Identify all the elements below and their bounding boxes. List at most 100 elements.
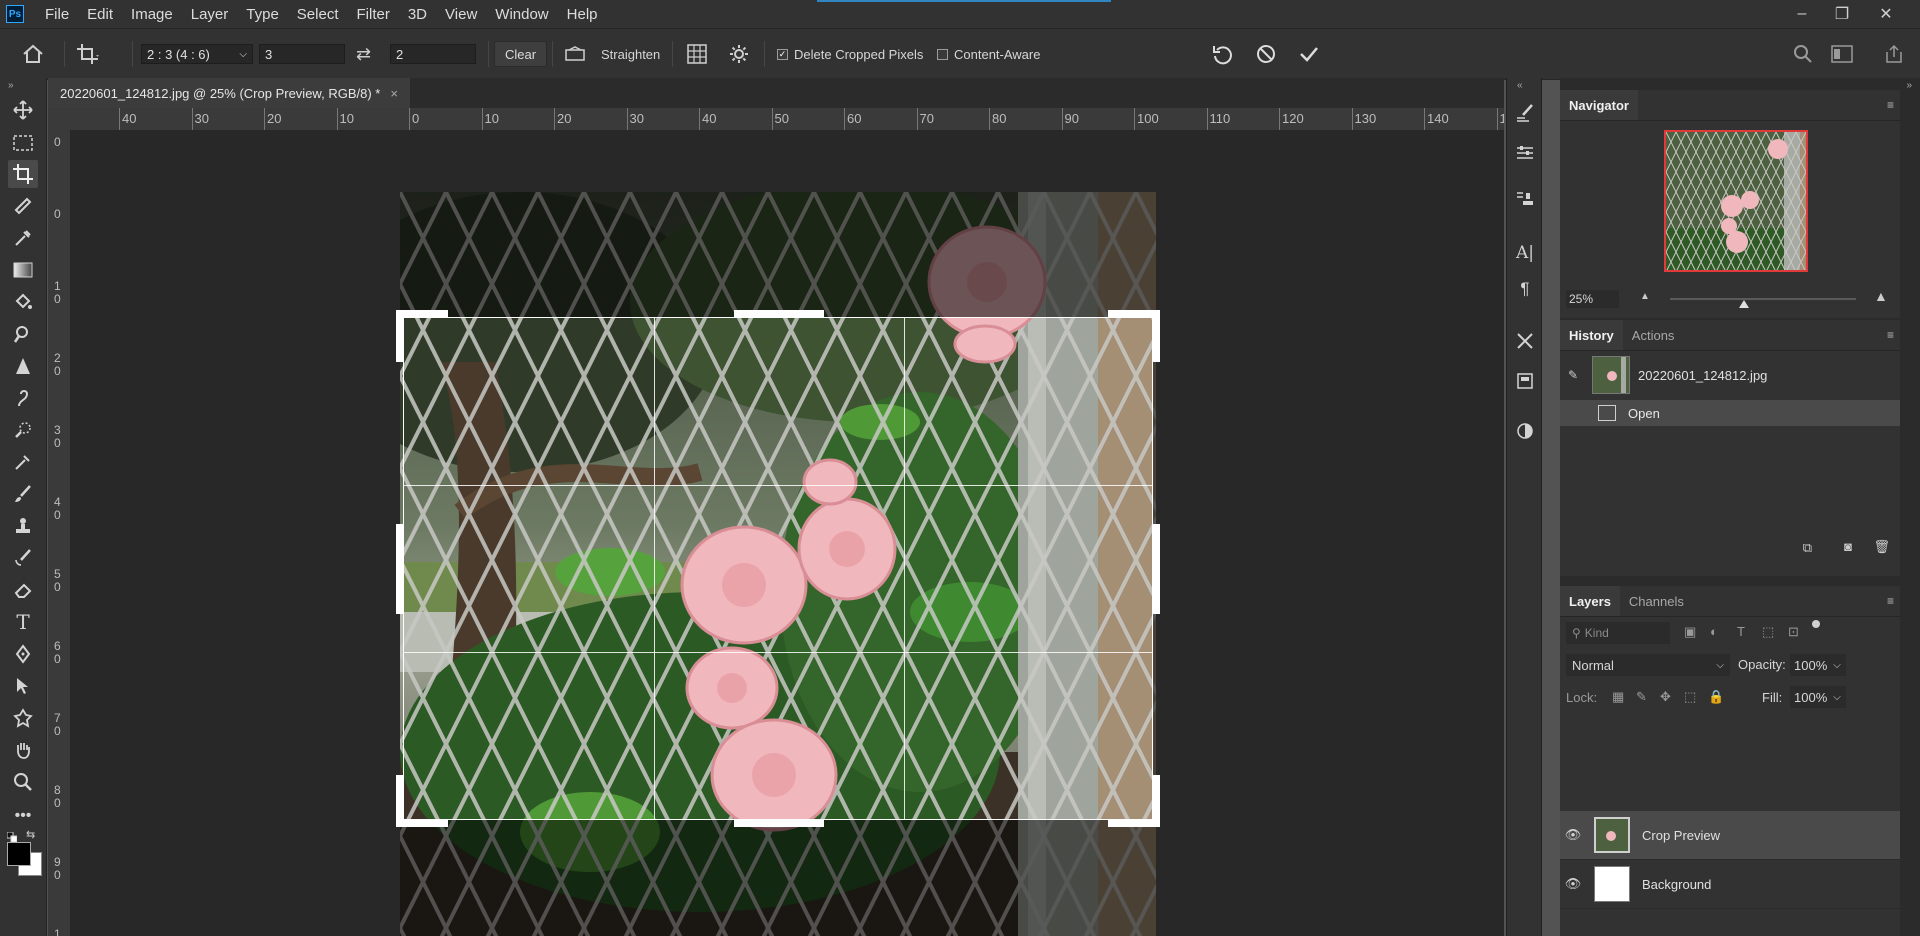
crop-handle-bottom[interactable]: [734, 820, 824, 827]
close-window-button[interactable]: ✕: [1866, 0, 1906, 28]
more-tools-icon[interactable]: •••: [8, 802, 38, 830]
custom-shape-tool-icon[interactable]: [8, 704, 38, 732]
delete-cropped-pixels-option[interactable]: ✓ Delete Cropped Pixels: [777, 29, 923, 79]
gear-icon[interactable]: [728, 29, 750, 79]
camera-icon[interactable]: ◙: [1844, 539, 1852, 554]
document-tab[interactable]: 20220601_124812.jpg @ 25% (Crop Preview,…: [48, 78, 410, 108]
path-select-tool-icon[interactable]: [8, 672, 38, 700]
character-icon[interactable]: A|: [1514, 242, 1536, 264]
sharpen-tool-icon[interactable]: [8, 352, 38, 380]
zoom-level-input[interactable]: 25%: [1566, 290, 1619, 308]
trash-icon[interactable]: 🗑: [1873, 539, 1890, 555]
marquee-tool-icon[interactable]: [8, 129, 38, 157]
panel-menu-icon[interactable]: ≡: [1887, 594, 1894, 608]
clone-source-icon[interactable]: [1514, 188, 1536, 210]
eraser-tool-icon[interactable]: [8, 576, 38, 604]
filter-smart-object-icon[interactable]: ⊡: [1788, 624, 1799, 640]
brush-tool-icon[interactable]: [8, 480, 38, 508]
workspace-icon[interactable]: [1831, 29, 1853, 79]
minimize-button[interactable]: –: [1782, 0, 1822, 28]
type-tool-icon[interactable]: T: [8, 608, 38, 636]
zoom-out-icon[interactable]: ▲: [1640, 291, 1650, 302]
move-tool-icon[interactable]: [8, 96, 38, 124]
filter-pixel-icon[interactable]: ▣: [1684, 624, 1696, 640]
crop-handle-right[interactable]: [1153, 524, 1160, 614]
collapse-dock-icon[interactable]: »: [1906, 80, 1912, 91]
navigator-thumbnail[interactable]: [1664, 130, 1808, 272]
home-icon[interactable]: [22, 29, 44, 79]
properties-icon[interactable]: [1514, 370, 1536, 392]
hand-tool-icon[interactable]: [8, 736, 38, 764]
filter-type-icon[interactable]: T: [1737, 624, 1745, 639]
new-document-from-state-icon[interactable]: ⧉: [1803, 540, 1812, 556]
crop-box[interactable]: [403, 317, 1153, 820]
overlay-grid-icon[interactable]: [686, 29, 708, 79]
crop-handle-top[interactable]: [734, 310, 824, 317]
adjustments-icon[interactable]: [1514, 142, 1536, 164]
lock-image-icon[interactable]: ✎: [1636, 689, 1647, 705]
crop-tool-preset-icon[interactable]: [76, 29, 102, 79]
opacity-input[interactable]: 100% ⌵: [1790, 654, 1846, 676]
zoom-tool-icon[interactable]: [8, 768, 38, 796]
swap-colors-icon[interactable]: ⇆: [26, 828, 35, 841]
fill-input[interactable]: 100% ⌵: [1790, 686, 1846, 708]
tab-layers[interactable]: Layers: [1560, 586, 1620, 616]
eye-icon[interactable]: 👁: [1560, 827, 1586, 843]
foreground-color-swatch[interactable]: [7, 842, 31, 866]
history-brush-tool-icon[interactable]: [8, 544, 38, 572]
ratio-select[interactable]: 2 : 3 (4 : 6) ⌵: [141, 44, 253, 64]
menu-layer[interactable]: Layer: [182, 6, 238, 23]
share-icon[interactable]: [1884, 29, 1904, 79]
collapse-strip-icon[interactable]: «: [1517, 80, 1523, 91]
layer-filter-select[interactable]: ⚲ Kind: [1566, 622, 1670, 644]
menu-file[interactable]: File: [36, 6, 78, 23]
tab-navigator[interactable]: Navigator: [1560, 90, 1638, 120]
eye-icon[interactable]: 👁: [1560, 876, 1586, 892]
styles-icon[interactable]: [1514, 420, 1536, 442]
lock-all-icon[interactable]: 🔒: [1708, 689, 1724, 705]
delete-cropped-checkbox[interactable]: ✓: [777, 48, 788, 60]
lock-artboard-icon[interactable]: ⬚: [1684, 689, 1696, 705]
paint-bucket-tool-icon[interactable]: [8, 288, 38, 316]
menu-help[interactable]: Help: [558, 6, 607, 23]
commit-crop-icon[interactable]: [1297, 29, 1321, 79]
search-icon[interactable]: [1793, 29, 1813, 79]
crop-height-input[interactable]: 2: [390, 44, 476, 64]
menu-filter[interactable]: Filter: [348, 6, 399, 23]
menu-3d[interactable]: 3D: [399, 6, 436, 23]
eyedropper-tool-icon[interactable]: [8, 224, 38, 252]
panel-menu-icon[interactable]: ≡: [1887, 98, 1894, 112]
history-snapshot-row[interactable]: ✎ 20220601_124812.jpg: [1560, 354, 1900, 396]
filter-toggle-icon[interactable]: [1812, 620, 1820, 628]
content-aware-checkbox[interactable]: [937, 48, 948, 60]
history-step-row[interactable]: Open: [1560, 400, 1900, 426]
gradient-tool-icon[interactable]: [8, 256, 38, 284]
filter-adjustment-icon[interactable]: ◐: [1710, 624, 1718, 639]
panel-menu-icon[interactable]: ≡: [1887, 328, 1894, 342]
collapse-panel-icon[interactable]: »: [8, 80, 14, 91]
quick-select-tool-icon[interactable]: [8, 416, 38, 444]
zoom-brush-tool-icon[interactable]: [8, 320, 38, 348]
paragraph-icon[interactable]: ¶: [1514, 278, 1536, 300]
menu-edit[interactable]: Edit: [78, 6, 122, 23]
lock-position-icon[interactable]: ✥: [1660, 689, 1671, 705]
menu-window[interactable]: Window: [486, 6, 557, 23]
smudge-tool-icon[interactable]: [8, 384, 38, 412]
clear-button[interactable]: Clear: [494, 41, 548, 67]
menu-image[interactable]: Image: [122, 6, 182, 23]
zoom-in-icon[interactable]: ▲: [1874, 288, 1888, 304]
straighten-label[interactable]: Straighten: [601, 29, 660, 79]
reset-crop-icon[interactable]: [1211, 29, 1235, 79]
lock-transparent-icon[interactable]: ▦: [1612, 689, 1624, 705]
restore-button[interactable]: ❐: [1822, 0, 1862, 28]
crop-width-input[interactable]: 3: [259, 44, 345, 64]
layer-row-background[interactable]: 👁 Background: [1560, 860, 1900, 909]
default-colors-icon[interactable]: [6, 830, 18, 843]
menu-type[interactable]: Type: [237, 6, 288, 23]
brush-settings-icon[interactable]: [1514, 102, 1536, 124]
clone-stamp-tool-icon[interactable]: [8, 512, 38, 540]
zoom-slider-track[interactable]: [1670, 298, 1856, 308]
blend-mode-select[interactable]: Normal ⌵: [1566, 654, 1730, 676]
color-sampler-tool-icon[interactable]: [8, 448, 38, 476]
cancel-crop-icon[interactable]: [1254, 29, 1278, 79]
